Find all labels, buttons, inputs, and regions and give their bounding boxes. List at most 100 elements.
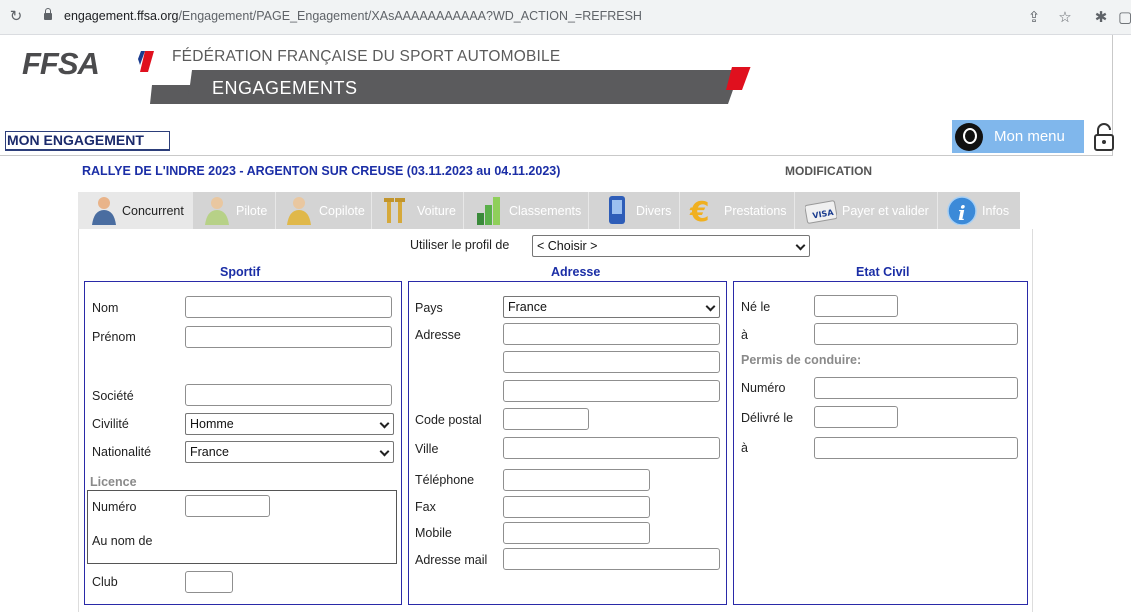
tab-label: Payer et valider (842, 204, 929, 218)
permis-numero-label: Numéro (741, 381, 786, 395)
permis-numero-input[interactable] (814, 377, 1018, 399)
prenom-label: Prénom (92, 330, 136, 344)
tab-label: Voiture (417, 204, 456, 218)
telephone-input[interactable] (503, 469, 650, 491)
licence-heading: Licence (90, 475, 137, 489)
event-title: RALLYE DE L'INDRE 2023 - ARGENTON SUR CR… (82, 164, 561, 178)
chart-icon (477, 197, 500, 225)
tab-copilote[interactable]: Copilote (276, 192, 372, 229)
mon-menu-label: Mon menu (994, 128, 1065, 145)
chevron-down-icon (379, 446, 390, 457)
etat-civil-title: Etat Civil (856, 265, 910, 279)
url-host: engagement.ffsa.org (64, 9, 179, 23)
civilite-select[interactable]: Homme (185, 413, 394, 435)
fax-input[interactable] (503, 496, 650, 518)
licence-numero-input[interactable] (185, 495, 270, 517)
sidebar-icon[interactable]: ▢ (1118, 7, 1131, 27)
chevron-down-icon (795, 240, 806, 251)
tab-label: Infos (982, 204, 1010, 218)
profile-label: Utiliser le profil de (410, 238, 510, 252)
prenom-input[interactable] (185, 326, 392, 348)
fax-label: Fax (415, 500, 436, 514)
nom-label: Nom (92, 301, 119, 315)
unlock-icon[interactable] (1093, 122, 1115, 152)
tab-label: Concurrent (122, 204, 184, 218)
tab-label: Classements (509, 204, 582, 218)
reload-icon[interactable]: ↻ (6, 6, 26, 26)
civilite-select-value: Homme (190, 417, 234, 431)
lock-icon[interactable] (44, 8, 52, 21)
code-postal-input[interactable] (503, 408, 589, 430)
adresse-label: Adresse (415, 328, 461, 342)
phone-icon (609, 196, 625, 224)
societe-input[interactable] (185, 384, 392, 406)
permis-lieu-label: à (741, 441, 748, 455)
permis-heading: Permis de conduire: (741, 353, 862, 367)
ne-le-input[interactable] (814, 295, 898, 317)
person-icon (287, 197, 311, 225)
user-avatar-icon (955, 123, 983, 151)
url-path: /Engagement/PAGE_Engagement/XAsAAAAAAAAA… (178, 9, 642, 23)
tools-icon (384, 198, 405, 223)
share-icon[interactable]: ⇪ (1024, 7, 1044, 27)
code-postal-label: Code postal (415, 413, 482, 427)
club-label: Club (92, 575, 118, 589)
tab-label: Prestations (724, 204, 787, 218)
club-input[interactable] (185, 571, 233, 593)
star-icon[interactable]: ☆ (1055, 7, 1075, 27)
adresse-input-2[interactable] (503, 351, 720, 373)
telephone-label: Téléphone (415, 473, 475, 487)
extensions-icon[interactable]: ✱ (1091, 7, 1111, 27)
tab-divers[interactable]: Divers (589, 192, 680, 229)
tab-bar: Concurrent Pilote Copilote Voiture Class… (78, 192, 1020, 229)
ffsa-logo[interactable]: FFSA (22, 46, 100, 82)
nationalite-label: Nationalité (92, 445, 152, 459)
adresse-mail-label: Adresse mail (415, 553, 488, 567)
ville-label: Ville (415, 442, 439, 456)
person-icon (92, 197, 116, 225)
federation-name: FÉDÉRATION FRANÇAISE DU SPORT AUTOMOBILE (172, 48, 561, 65)
tab-prestations[interactable]: € Prestations (680, 192, 795, 229)
profile-select-value: < Choisir > (537, 239, 598, 253)
lieu-naissance-input[interactable] (814, 323, 1018, 345)
mobile-label: Mobile (415, 526, 452, 540)
lieu-naissance-label: à (741, 328, 748, 342)
chevron-down-icon (379, 418, 390, 429)
address-bar[interactable]: engagement.ffsa.org/Engagement/PAGE_Enga… (64, 9, 642, 23)
licence-numero-label: Numéro (92, 500, 137, 514)
section-title: ENGAGEMENTS (212, 78, 358, 98)
euro-icon: € (689, 195, 709, 225)
ville-input[interactable] (503, 437, 720, 459)
societe-label: Société (92, 389, 134, 403)
tab-pilote[interactable]: Pilote (193, 192, 276, 229)
au-nom-de-label: Au nom de (92, 534, 153, 548)
adresse-mail-input[interactable] (503, 548, 720, 570)
tab-concurrent[interactable]: Concurrent (78, 192, 193, 229)
chevron-down-icon (705, 301, 716, 312)
browser-toolbar: ↻ engagement.ffsa.org/Engagement/PAGE_En… (0, 0, 1131, 35)
permis-lieu-input[interactable] (814, 437, 1018, 459)
info-icon: i (947, 196, 977, 225)
tab-label: Pilote (236, 204, 268, 218)
civilite-label: Civilité (92, 417, 129, 431)
pays-select[interactable]: France (503, 296, 720, 318)
tab-payer-valider[interactable]: VISA Payer et valider (795, 192, 938, 229)
profile-select[interactable]: < Choisir > (532, 235, 810, 257)
tab-label: Divers (636, 204, 672, 218)
nationalite-select-value: France (190, 445, 229, 459)
sportif-title: Sportif (220, 265, 261, 279)
tab-voiture[interactable]: Voiture (372, 192, 464, 229)
adresse-title: Adresse (551, 265, 601, 279)
nom-input[interactable] (185, 296, 392, 318)
site-header: FFSA FÉDÉRATION FRANÇAISE DU SPORT AUTOM… (0, 35, 1115, 156)
mode-label: MODIFICATION (785, 164, 873, 178)
mobile-input[interactable] (503, 522, 650, 544)
adresse-input-1[interactable] (503, 323, 720, 345)
mon-menu-button[interactable]: Mon menu (952, 120, 1084, 153)
adresse-input-3[interactable] (503, 380, 720, 402)
tab-classements[interactable]: Classements (464, 192, 589, 229)
ne-le-label: Né le (741, 300, 771, 314)
nationalite-select[interactable]: France (185, 441, 394, 463)
delivre-le-input[interactable] (814, 406, 898, 428)
tab-infos[interactable]: i Infos (938, 192, 1020, 229)
